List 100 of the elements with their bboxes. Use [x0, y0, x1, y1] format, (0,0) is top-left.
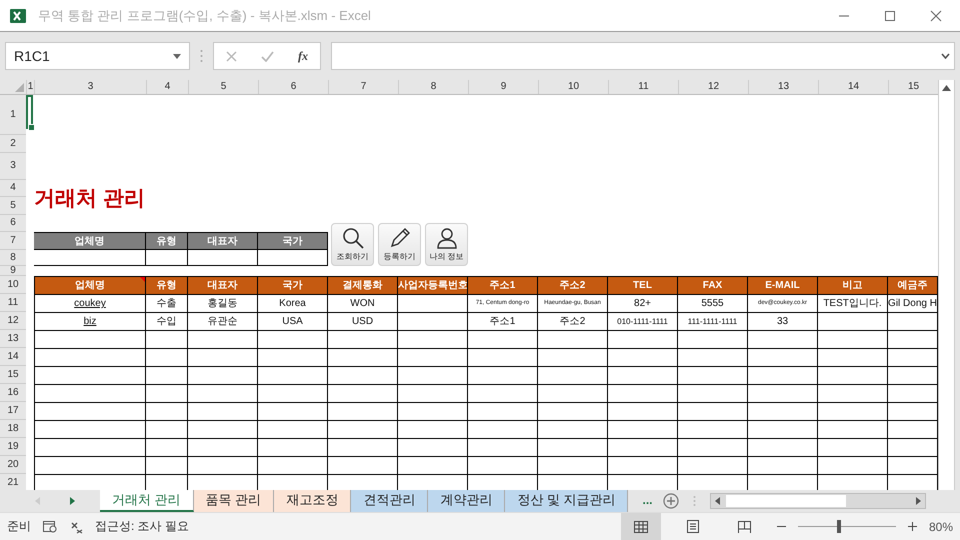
empty-cell [818, 403, 888, 421]
sheet-button[interactable]: 등록하기 [378, 223, 421, 266]
formula-input[interactable] [331, 42, 955, 70]
row-header[interactable]: 10 [0, 276, 26, 294]
empty-cell [328, 421, 398, 439]
view-mode-button[interactable] [620, 512, 661, 540]
vertical-scrollbar[interactable] [938, 80, 955, 490]
empty-cell [258, 403, 328, 421]
empty-cell [468, 439, 538, 457]
empty-cell [468, 367, 538, 385]
search-input-cell[interactable] [258, 250, 328, 266]
row-header[interactable]: 17 [0, 402, 26, 420]
empty-cell [538, 439, 608, 457]
scroll-left-icon[interactable] [714, 497, 720, 505]
add-sheet-icon[interactable] [662, 493, 678, 509]
company-link[interactable]: biz [34, 313, 146, 331]
column-header[interactable]: 13 [748, 80, 818, 94]
column-header[interactable]: 3 [34, 80, 146, 94]
row-header[interactable]: 9 [0, 266, 26, 276]
sheet-tab[interactable]: 계약관리 [428, 490, 506, 512]
row-header[interactable]: 20 [0, 456, 26, 474]
table-cell: 유관순 [188, 313, 258, 331]
sheet-tab[interactable]: 견적관리 [351, 490, 428, 512]
search-input-cell[interactable] [188, 250, 258, 266]
check-icon[interactable] [261, 50, 274, 62]
empty-cell [188, 331, 258, 349]
accessibility-status[interactable]: 접근성: 조사 필요 [95, 518, 190, 535]
column-header[interactable]: 1 [26, 80, 34, 94]
row-header[interactable]: 14 [0, 348, 26, 366]
empty-cell [328, 367, 398, 385]
row-header[interactable]: 8 [0, 250, 26, 266]
sheet-tab[interactable]: 거래처 관리 [100, 490, 194, 512]
empty-cell [258, 421, 328, 439]
sheet-tab[interactable]: 정산 및 지급관리 [505, 490, 628, 512]
sheet-button[interactable]: 나의 정보 [425, 223, 468, 266]
insert-function-button[interactable]: fx [298, 48, 308, 64]
column-header[interactable]: 4 [146, 80, 188, 94]
row-header[interactable]: 13 [0, 330, 26, 348]
row-header[interactable]: 19 [0, 438, 26, 456]
empty-cell [748, 385, 818, 403]
comment-indicator-icon [140, 277, 145, 282]
close-icon[interactable] [930, 10, 942, 22]
column-header[interactable]: 8 [398, 80, 468, 94]
empty-cell [398, 457, 468, 475]
zoom-slider-thumb[interactable] [837, 520, 842, 533]
column-header[interactable]: 9 [468, 80, 538, 94]
row-header[interactable]: 11 [0, 294, 26, 312]
more-sheets-button[interactable]: ... [642, 490, 652, 512]
empty-cell [328, 403, 398, 421]
row-header[interactable]: 16 [0, 384, 26, 402]
row-header[interactable]: 7 [0, 232, 26, 250]
search-input-cell[interactable] [34, 250, 146, 266]
sheet-button[interactable]: 조회하기 [331, 223, 374, 266]
table-column-header: 비고 [818, 277, 888, 295]
column-header[interactable]: 11 [608, 80, 678, 94]
pencil-icon [388, 227, 410, 249]
expand-caret-icon[interactable] [941, 53, 950, 59]
row-header[interactable]: 3 [0, 153, 26, 180]
empty-cell [398, 385, 468, 403]
macro-record-icon[interactable] [43, 520, 57, 532]
empty-cell [748, 439, 818, 457]
column-header[interactable]: 12 [678, 80, 748, 94]
name-box[interactable]: R1C1 [5, 42, 190, 70]
empty-cell [398, 331, 468, 349]
column-header[interactable]: 7 [328, 80, 398, 94]
zoom-level[interactable]: 80% [928, 520, 953, 534]
empty-cell [608, 367, 678, 385]
sheet-tab[interactable]: 품목 관리 [194, 490, 274, 512]
accessibility-icon[interactable] [69, 520, 83, 534]
search-input-cell[interactable] [146, 250, 188, 266]
row-header[interactable]: 2 [0, 135, 26, 153]
row-header[interactable]: 18 [0, 420, 26, 438]
table-cell: 5555 [678, 295, 748, 313]
row-header[interactable]: 5 [0, 197, 26, 215]
empty-cell [678, 349, 748, 367]
row-header[interactable]: 4 [0, 180, 26, 197]
column-header[interactable]: 5 [188, 80, 258, 94]
row-header[interactable]: 12 [0, 312, 26, 330]
search-column-header: 국가 [258, 233, 328, 250]
next-sheet-icon[interactable] [70, 497, 75, 505]
scroll-up-icon[interactable] [942, 85, 951, 91]
company-link[interactable]: coukey [34, 295, 146, 313]
empty-cell [258, 457, 328, 475]
maximize-icon[interactable] [884, 10, 896, 22]
row-header[interactable]: 1 [0, 95, 26, 135]
scroll-right-icon[interactable] [916, 497, 920, 505]
sheet-tab[interactable]: 재고조정 [274, 490, 352, 512]
row-header[interactable]: 15 [0, 366, 26, 384]
table-cell: 수입 [146, 313, 188, 331]
column-header[interactable]: 10 [538, 80, 608, 94]
row-header[interactable]: 6 [0, 215, 26, 232]
empty-cell [818, 349, 888, 367]
horizontal-scrollbar[interactable] [710, 493, 926, 509]
column-header[interactable]: 6 [258, 80, 328, 94]
selected-cell[interactable] [26, 95, 33, 129]
search-column-header: 업체명 [34, 233, 146, 250]
empty-cell [146, 367, 188, 385]
column-header[interactable]: 14 [818, 80, 888, 94]
zoom-in-icon[interactable] [908, 522, 917, 531]
empty-cell [146, 403, 188, 421]
